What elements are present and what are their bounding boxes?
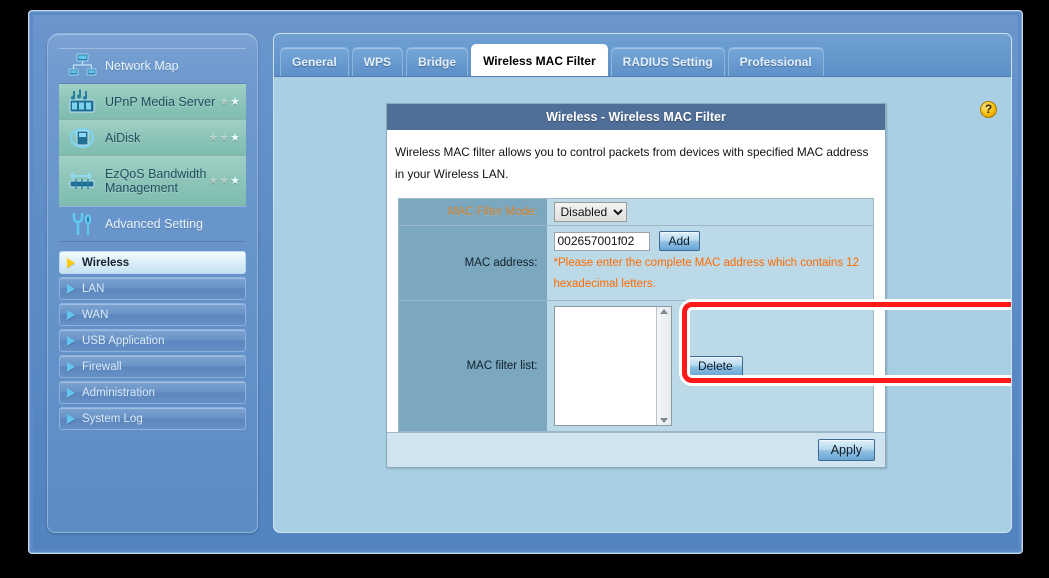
sidebar-item-wireless[interactable]: Wireless (59, 251, 246, 274)
tab-wireless-mac-filter[interactable]: Wireless MAC Filter (471, 44, 608, 76)
add-button[interactable]: Add (658, 231, 700, 251)
arrow-right-icon (67, 361, 75, 372)
settings-form: MAC Filter Mode: Disabled MAC address: 0… (398, 198, 874, 432)
page-title: Wireless - Wireless MAC Filter (387, 104, 885, 130)
sidebar-item-label: System Log (82, 412, 143, 425)
arrow-right-icon (67, 413, 75, 424)
star-icon: ★ (230, 174, 240, 187)
tab-label: Professional (739, 55, 812, 69)
help-glyph: ? (984, 102, 993, 116)
sidebar-item-label: Network Map (105, 59, 179, 73)
star-icon: ★ (230, 131, 240, 144)
sidebar-item-label: AiDisk (105, 131, 141, 145)
aidisk-icon (67, 123, 97, 153)
scrollbar[interactable] (655, 307, 671, 425)
tab-professional[interactable]: Professional (727, 47, 824, 76)
sidebar-item-label: LAN (82, 282, 105, 295)
panel-description: Wireless MAC filter allows you to contro… (395, 145, 869, 181)
delete-button-wrap: Delete (687, 356, 743, 376)
sidebar-item-label: EzQoS Bandwidth Management (105, 167, 207, 195)
sidebar-submenu: Wireless LAN WAN USB Application Firewal… (59, 251, 246, 430)
sidebar-item-network-map[interactable]: Network Map (59, 48, 246, 84)
tab-bridge[interactable]: Bridge (406, 47, 469, 76)
arrow-right-icon (67, 335, 75, 346)
mac-filter-list-label: MAC filter list: (398, 300, 547, 432)
tab-label: WPS (363, 55, 392, 69)
mac-address-input[interactable] (553, 231, 650, 251)
sidebar-item-advanced-setting[interactable]: Advanced Setting (59, 206, 246, 242)
help-question-icon[interactable]: ? (980, 101, 997, 118)
apply-button[interactable]: Apply (817, 439, 875, 461)
star-icon: ★ (208, 131, 219, 144)
arrow-right-icon (67, 387, 75, 398)
sidebar: Network Map UPnP Media Server ★ ★ AiDisk… (47, 33, 258, 533)
rating-stars: ★ ★ (219, 95, 240, 108)
tab-bar: General WPS Bridge Wireless MAC Filter R… (274, 34, 1011, 77)
star-icon: ★ (230, 95, 240, 108)
mac-filter-mode-cell: Disabled (546, 198, 874, 226)
mac-address-label: MAC address: (398, 225, 547, 301)
sidebar-item-label: USB Application (82, 334, 165, 347)
panel-footer: Apply (387, 432, 885, 467)
tab-label: Bridge (418, 55, 457, 69)
arrow-right-icon (67, 309, 75, 320)
router-admin-window: Network Map UPnP Media Server ★ ★ AiDisk… (29, 11, 1022, 553)
star-icon: ★ (219, 131, 230, 144)
mac-address-hint: *Please enter the complete MAC address w… (553, 257, 860, 290)
star-icon: ★ (219, 95, 230, 108)
star-icon: ★ (208, 174, 219, 187)
star-icon: ★ (219, 174, 230, 187)
sidebar-item-ezqos-bandwidth-management[interactable]: EzQoS Bandwidth Management ★ ★ ★ (59, 156, 246, 206)
table-row: MAC filter list: Delete (398, 300, 874, 432)
tab-label: Wireless MAC Filter (483, 53, 596, 68)
sidebar-item-label: Advanced Setting (105, 217, 203, 231)
mac-filter-listbox[interactable] (553, 306, 672, 426)
scroll-up-icon[interactable] (659, 309, 668, 314)
sidebar-item-wan[interactable]: WAN (59, 303, 246, 326)
mac-address-cell: Add *Please enter the complete MAC addre… (546, 225, 874, 301)
table-row: MAC Filter Mode: Disabled (398, 198, 874, 226)
arrow-right-icon (67, 257, 75, 268)
scroll-down-icon[interactable] (659, 418, 668, 423)
rating-stars: ★ ★ ★ (208, 174, 240, 187)
advanced-setting-icon (67, 209, 97, 239)
tab-label: RADIUS Setting (622, 55, 713, 69)
mac-filter-mode-label: MAC Filter Mode: (398, 198, 547, 226)
sidebar-item-usb-application[interactable]: USB Application (59, 329, 246, 352)
sidebar-item-label: UPnP Media Server (105, 95, 216, 109)
content-inner: ? Wireless - Wireless MAC Filter Wireles… (274, 77, 1011, 532)
sidebar-item-label: Wireless (82, 256, 130, 269)
rating-stars: ★ ★ ★ (208, 131, 240, 144)
tab-radius-setting[interactable]: RADIUS Setting (610, 47, 725, 76)
settings-panel: Wireless - Wireless MAC Filter Wireless … (386, 103, 886, 468)
sidebar-item-label: Firewall (82, 360, 122, 373)
page-body: Network Map UPnP Media Server ★ ★ AiDisk… (33, 15, 1018, 549)
sidebar-item-administration[interactable]: Administration (59, 381, 246, 404)
ezqos-icon (67, 166, 97, 196)
sidebar-item-label: WAN (82, 308, 109, 321)
mac-filter-list-cell: Delete (546, 300, 874, 432)
sidebar-item-upnp-media-server[interactable]: UPnP Media Server ★ ★ (59, 84, 246, 120)
media-server-icon (67, 87, 97, 117)
table-row: MAC address: Add *Please enter the compl… (398, 225, 874, 301)
sidebar-item-system-log[interactable]: System Log (59, 407, 246, 430)
network-map-icon (67, 51, 97, 81)
sidebar-item-label: Administration (82, 386, 155, 399)
sidebar-item-lan[interactable]: LAN (59, 277, 246, 300)
tab-general[interactable]: General (280, 47, 349, 76)
delete-button[interactable]: Delete (687, 356, 743, 376)
sidebar-item-firewall[interactable]: Firewall (59, 355, 246, 378)
tab-wps[interactable]: WPS (351, 47, 404, 76)
mac-filter-mode-select[interactable]: Disabled (553, 202, 627, 222)
sidebar-item-aidisk[interactable]: AiDisk ★ ★ ★ (59, 120, 246, 156)
arrow-right-icon (67, 283, 75, 294)
tab-label: General (292, 55, 337, 69)
content-area: General WPS Bridge Wireless MAC Filter R… (273, 33, 1012, 533)
